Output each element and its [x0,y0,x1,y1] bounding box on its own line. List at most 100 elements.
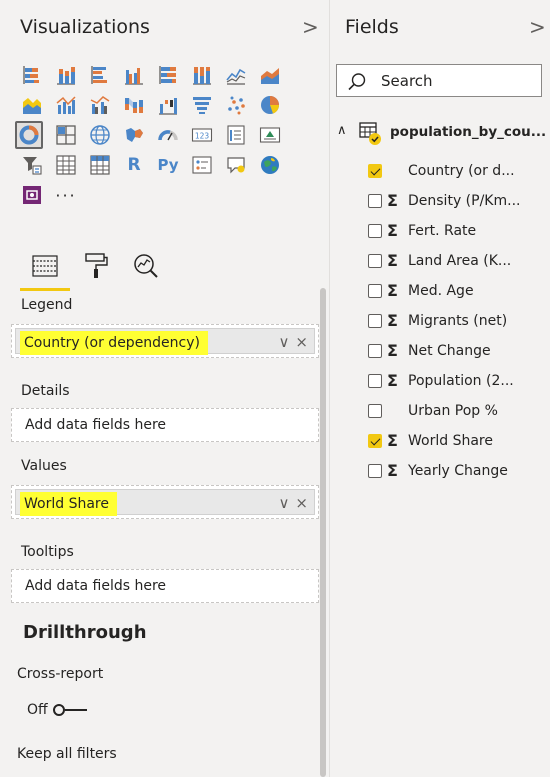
close-icon[interactable]: × [295,333,308,351]
field-checkbox[interactable] [368,254,382,268]
power-apps-icon[interactable] [15,180,49,210]
slicer-icon[interactable] [15,150,49,180]
chevron-down-icon[interactable]: ∨ [278,494,289,512]
qa-visual-icon[interactable] [219,150,253,180]
funnel-chart-icon[interactable] [185,90,219,120]
fields-pane: Fields > Search ∧ population_by_cou... C… [329,0,550,777]
field-label: Fert. Rate [408,223,477,239]
area-chart-icon[interactable] [253,60,287,90]
format-tab[interactable] [74,246,118,286]
ribbon-chart-icon[interactable] [117,90,151,120]
field-item[interactable]: Σ Land Area (K... [368,251,548,273]
tooltips-well[interactable]: Add data fields here [11,569,319,603]
waterfall-chart-icon[interactable] [151,90,185,120]
pie-chart-icon[interactable] [253,90,287,120]
field-checkbox[interactable] [368,164,382,178]
active-tab-indicator [20,288,70,291]
scatter-chart-icon[interactable] [219,90,253,120]
donut-chart-icon[interactable] [15,121,43,149]
field-item[interactable]: Σ Fert. Rate [368,221,548,243]
field-item[interactable]: Country (or d... [368,161,548,183]
legend-well[interactable]: Country (or dependency) ∨ × [11,324,319,358]
legend-field-pill[interactable]: Country (or dependency) ∨ × [15,328,315,355]
collapse-fields-chevron-icon[interactable]: > [529,16,546,38]
field-item[interactable]: Σ Migrants (net) [368,311,548,333]
kpi-icon[interactable] [253,120,287,150]
collapse-visualizations-chevron-icon[interactable]: > [302,16,319,38]
matrix-icon[interactable] [83,150,117,180]
details-well[interactable]: Add data fields here [11,408,319,442]
field-checkbox[interactable] [368,464,382,478]
multi-row-card-icon[interactable] [219,120,253,150]
more-visuals-icon[interactable]: ··· [49,180,83,210]
100-stacked-column-chart-icon[interactable] [185,60,219,90]
cross-report-label: Cross-report [17,666,104,682]
field-checkbox[interactable] [368,434,382,448]
chevron-up-icon[interactable]: ∧ [337,123,347,138]
field-item[interactable]: Σ Population (2... [368,371,548,393]
stacked-bar-chart-icon[interactable] [15,60,49,90]
field-checkbox[interactable] [368,344,382,358]
table-population-by-country[interactable]: ∧ population_by_cou... [337,120,547,146]
key-influencers-icon[interactable] [185,150,219,180]
close-icon[interactable]: × [295,494,308,512]
line-chart-icon[interactable] [219,60,253,90]
field-checkbox[interactable] [368,284,382,298]
fields-search-input[interactable]: Search [336,64,542,97]
values-well[interactable]: World Share ∨ × [11,485,319,519]
details-label: Details [21,383,70,399]
field-checkbox[interactable] [368,224,382,238]
field-label: Med. Age [408,283,474,299]
drillthrough-heading: Drillthrough [23,622,147,643]
map-icon[interactable] [83,120,117,150]
sigma-icon: Σ [387,371,398,390]
values-field-name: World Share [20,492,117,516]
field-label: Migrants (net) [408,313,508,329]
tooltips-placeholder: Add data fields here [25,578,167,594]
table-visual-icon[interactable] [49,150,83,180]
line-and-clustered-column-chart-icon[interactable] [83,90,117,120]
r-script-visual-icon[interactable]: R [117,150,151,180]
field-item[interactable]: Σ Yearly Change [368,461,548,483]
stacked-area-chart-icon[interactable] [15,90,49,120]
cross-report-toggle[interactable]: Off [27,702,87,718]
stacked-column-chart-icon[interactable] [49,60,83,90]
field-label: Density (P/Km... [408,193,521,209]
fields-tab[interactable] [23,246,67,286]
treemap-icon[interactable] [49,120,83,150]
clustered-column-chart-icon[interactable] [117,60,151,90]
clustered-bar-chart-icon[interactable] [83,60,117,90]
chevron-down-icon[interactable]: ∨ [278,333,289,351]
sigma-icon: Σ [387,431,398,450]
visualizations-scrollbar[interactable] [320,288,326,777]
card-icon[interactable]: 123 [185,120,219,150]
field-item[interactable]: Σ World Share [368,431,548,453]
svg-text:123: 123 [195,132,210,141]
sigma-icon: Σ [387,341,398,360]
analytics-tab[interactable] [124,246,168,286]
values-field-actions: ∨ × [278,494,308,512]
field-checkbox[interactable] [368,194,382,208]
field-item[interactable]: Σ Net Change [368,341,548,363]
python-visual-icon[interactable]: Py [151,150,185,180]
toggle-knob-icon [52,704,65,716]
field-item[interactable]: Σ Med. Age [368,281,548,303]
gauge-icon[interactable] [151,120,185,150]
field-label: Country (or d... [408,163,515,179]
legend-field-actions: ∨ × [278,333,308,351]
line-and-stacked-column-chart-icon[interactable] [49,90,83,120]
visualization-subtabs [0,246,329,292]
field-checkbox[interactable] [368,314,382,328]
field-item[interactable]: Urban Pop % [368,401,548,423]
filled-map-icon[interactable] [117,120,151,150]
field-item[interactable]: Σ Density (P/Km... [368,191,548,213]
field-label: Population (2... [408,373,514,389]
field-checkbox[interactable] [368,404,382,418]
values-field-pill[interactable]: World Share ∨ × [15,489,315,516]
arcgis-map-icon[interactable] [253,150,287,180]
fields-well-icon [32,255,58,277]
field-checkbox[interactable] [368,374,382,388]
table-icon [359,122,381,145]
toggle-state-label: Off [27,702,48,718]
100-stacked-bar-chart-icon[interactable] [151,60,185,90]
